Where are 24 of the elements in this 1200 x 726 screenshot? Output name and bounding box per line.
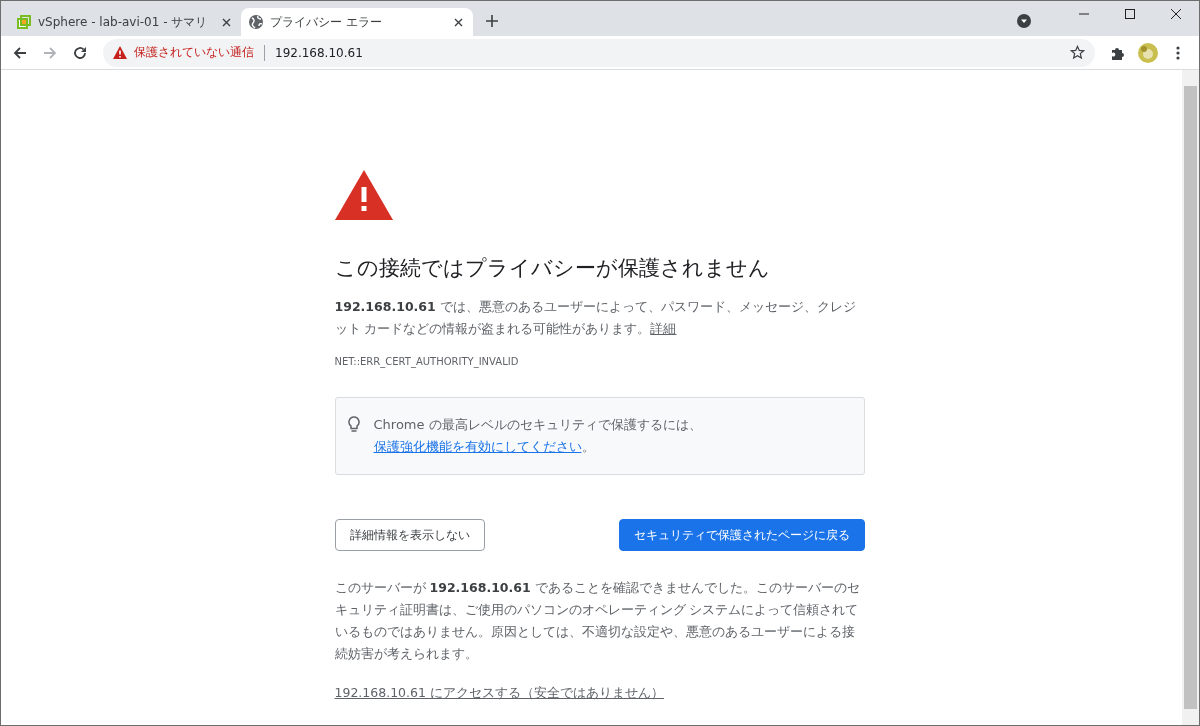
new-tab-icon[interactable] <box>485 14 499 28</box>
details-message: このサーバーが 192.168.10.61 であることを確認できませんでした。このサーバーのセキュリティ証明書は、ご使用のパソコンのオペレーティング システムによって信頼されているものではありません。原因としては、不適切な設定や、悪意のあるユーザーによる接続妨害が考えられます。 <box>334 579 861 663</box>
tab-search-icon[interactable] <box>1017 14 1031 28</box>
page-heading: この接続ではプライバシーが保護されません <box>334 255 771 282</box>
lightbulb-icon <box>347 416 360 433</box>
address-bar[interactable]: 保護されていない通信 192.168.10.61 <box>103 38 1095 67</box>
security-label: 保護されていない通信 <box>134 44 254 61</box>
browser-tab[interactable]: プライバシー エラー <box>241 8 473 36</box>
url-text: 192.168.10.61 <box>275 45 363 60</box>
proceed-link[interactable]: 192.168.10.61 にアクセスする（安全ではありません） <box>334 685 664 702</box>
hide-details-button[interactable]: 詳細情報を表示しない <box>334 519 485 551</box>
scrollbar[interactable] <box>1182 70 1199 725</box>
squares-icon <box>17 15 31 29</box>
error-code: NET::ERR_CERT_AUTHORITY_INVALID <box>334 356 520 367</box>
details-link[interactable]: 詳細 <box>650 321 677 336</box>
browser-tab[interactable]: vSphere - lab-avi-01 - サマリ <box>9 8 241 36</box>
warning-icon <box>334 170 393 220</box>
enhanced-protection-link[interactable]: 保護強化機能を有効にしてください <box>373 439 582 454</box>
back-to-safety-button[interactable]: セキュリティで保護されたページに戻る <box>618 519 865 551</box>
bookmark-star-icon[interactable] <box>1070 45 1085 60</box>
tip-message: Chrome の最高レベルのセキュリティで保護するには、 保護強化機能を有効にしてください。 <box>373 416 703 456</box>
warning-message: 192.168.10.61 では、悪意のあるユーザーによって、パスワード、メッセージ、クレジット カードなどの情報が盗まれる可能性があります。詳細 <box>334 298 857 338</box>
globe-icon <box>249 15 263 29</box>
warning-icon <box>113 46 127 59</box>
